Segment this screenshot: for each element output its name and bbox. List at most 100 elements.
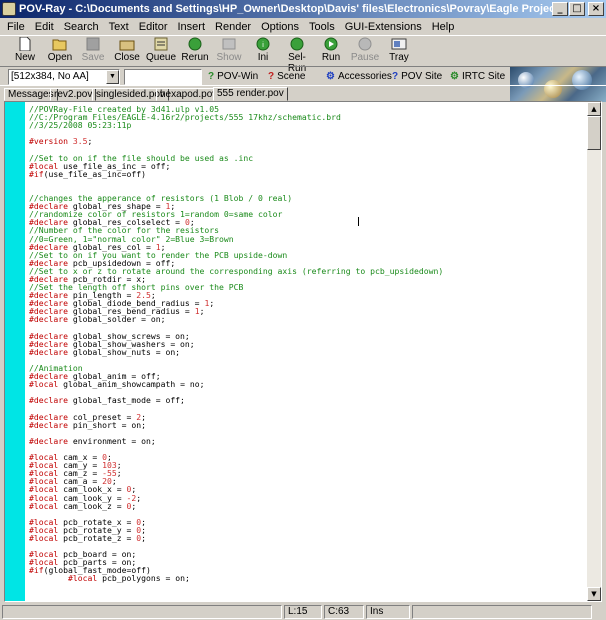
code-token: environment = on; [67, 435, 156, 446]
status-insert-mode: Ins [366, 605, 410, 619]
menu-help[interactable]: Help [427, 21, 460, 33]
code-token: #local [67, 573, 98, 584]
status-message-panel [2, 605, 282, 619]
selrun-icon [290, 37, 304, 51]
irtc-site-label: IRTC Site [461, 71, 506, 82]
povray-app-icon[interactable] [2, 2, 16, 16]
tab-rev2[interactable]: rev2.pov [50, 88, 97, 101]
window-title: POV-Ray - C:\Documents and Settings\HP_O… [19, 3, 552, 15]
queue-label: Queue [145, 52, 177, 63]
menu-search[interactable]: Search [59, 21, 104, 33]
chevron-down-icon[interactable]: ▼ [106, 70, 119, 84]
status-line: L:15 [284, 605, 322, 619]
ini-button[interactable]: i Ini [246, 37, 280, 63]
code-line[interactable]: #declare global_fast_mode = off; [29, 396, 589, 404]
status-bar: L:15 C:63 Ins [0, 604, 606, 620]
menu-render[interactable]: Render [210, 21, 256, 33]
command-line-input[interactable] [124, 69, 202, 85]
tab-555-render[interactable]: 555 render.pov [213, 87, 288, 101]
menu-tools[interactable]: Tools [304, 21, 340, 33]
tray-button[interactable]: Tray [382, 37, 416, 63]
code-line[interactable]: #if(use_file_as_inc=off) [29, 170, 589, 178]
open-label: Open [47, 52, 73, 63]
menu-insert[interactable]: Insert [173, 21, 211, 33]
code-token: #declare [29, 419, 68, 430]
code-line[interactable]: #declare environment = on; [29, 437, 589, 445]
globe-icon: ⚙ [326, 71, 335, 82]
run-button[interactable]: Run [314, 37, 348, 63]
menu-edit[interactable]: Edit [30, 21, 59, 33]
show-label: Show [216, 52, 242, 63]
main-toolbar: New Open Save Close Queue Rerun Show i I [0, 35, 606, 102]
code-token: global_show_nuts = on; [67, 346, 181, 357]
rerun-button[interactable]: Rerun [178, 37, 212, 63]
show-button[interactable]: Show [212, 37, 246, 63]
code-token: (use_file_as_inc=off) [43, 168, 146, 179]
tray-icon [391, 38, 407, 50]
code-content[interactable]: //POVRay-File created by 3d41.ulp v1.05/… [29, 105, 589, 583]
run-icon [324, 37, 338, 51]
code-token: #local [29, 379, 59, 390]
minimize-button[interactable]: _ [552, 2, 568, 16]
code-line[interactable] [29, 129, 589, 137]
pause-button[interactable]: Pause [348, 37, 382, 63]
code-line[interactable]: #local global_anim_showcampath = no; [29, 380, 589, 388]
menu-gui-extensions[interactable]: GUI-Extensions [340, 21, 427, 33]
irtc-icon: ⚙ [450, 71, 459, 82]
close-label: Close [114, 52, 140, 63]
code-token: cam_look_z = [58, 500, 127, 511]
new-button[interactable]: New [8, 37, 42, 63]
code-line[interactable]: #declare pin_short = on; [29, 421, 589, 429]
code-line[interactable]: #local pcb_polygons = on; [29, 574, 589, 582]
pov-site-button[interactable]: ? POV Site [392, 71, 442, 82]
menu-bar: File Edit Search Text Editor Insert Rend… [0, 18, 606, 35]
ini-label: Ini [257, 52, 269, 63]
menu-text[interactable]: Text [104, 21, 134, 33]
menu-file[interactable]: File [2, 21, 30, 33]
code-token: ; [116, 468, 122, 479]
resolution-select[interactable]: [512x384, No AA] ▼ [8, 69, 120, 85]
pause-label: Pause [350, 52, 380, 63]
help-icon: ? [208, 71, 215, 82]
vertical-scrollbar[interactable]: ▲ ▼ [587, 102, 601, 601]
queue-button[interactable]: Queue [144, 37, 178, 63]
editor-gutter[interactable] [5, 102, 25, 601]
scroll-thumb[interactable] [587, 116, 601, 150]
secondary-toolbar: [512x384, No AA] ▼ ? POV-Win ? Scene ⚙ Acce… [0, 66, 606, 86]
accessories-button[interactable]: ⚙ Accessories [326, 71, 392, 82]
code-token: ; [141, 532, 146, 543]
new-label: New [14, 52, 35, 63]
rerun-label: Rerun [181, 52, 209, 63]
code-editor[interactable]: //POVRay-File created by 3d41.ulp v1.05/… [4, 101, 602, 602]
code-line[interactable]: #local cam_look_z = 0; [29, 502, 589, 510]
run-label: Run [321, 52, 341, 63]
code-line[interactable]: //3/25/2008 05:23:11p [29, 121, 589, 129]
menu-options[interactable]: Options [256, 21, 304, 33]
irtc-site-button[interactable]: ⚙ IRTC Site [450, 71, 505, 82]
code-line[interactable]: #declare global_solder = on; [29, 315, 589, 323]
code-token: pcb_rotate_z = [58, 532, 137, 543]
open-button[interactable]: Open [43, 37, 77, 63]
tab-hexapod[interactable]: hexapod.pov [156, 88, 222, 101]
close-button[interactable]: Close [110, 37, 144, 63]
scroll-down-button[interactable]: ▼ [587, 587, 601, 601]
accessories-label: Accessories [337, 71, 392, 82]
save-disk-icon [86, 37, 100, 51]
code-line[interactable]: #declare global_show_nuts = on; [29, 348, 589, 356]
code-line[interactable] [29, 356, 589, 364]
code-line[interactable] [29, 445, 589, 453]
code-line[interactable] [29, 178, 589, 186]
code-line[interactable]: #local pcb_rotate_z = 0; [29, 534, 589, 542]
title-bar[interactable]: POV-Ray - C:\Documents and Settings\HP_O… [0, 0, 606, 18]
scroll-up-button[interactable]: ▲ [587, 102, 601, 116]
code-line[interactable]: #version 3.5; [29, 137, 589, 145]
code-token: //3/25/2008 05:23:11p [29, 120, 132, 131]
povwin-help-button[interactable]: ? POV-Win [208, 71, 258, 82]
close-window-button[interactable]: × [588, 2, 604, 16]
scene-label: Scene [277, 71, 306, 82]
maximize-button[interactable]: □ [569, 2, 585, 16]
scene-help-button[interactable]: ? Scene [268, 71, 305, 82]
menu-editor[interactable]: Editor [134, 21, 173, 33]
save-button[interactable]: Save [76, 37, 110, 63]
